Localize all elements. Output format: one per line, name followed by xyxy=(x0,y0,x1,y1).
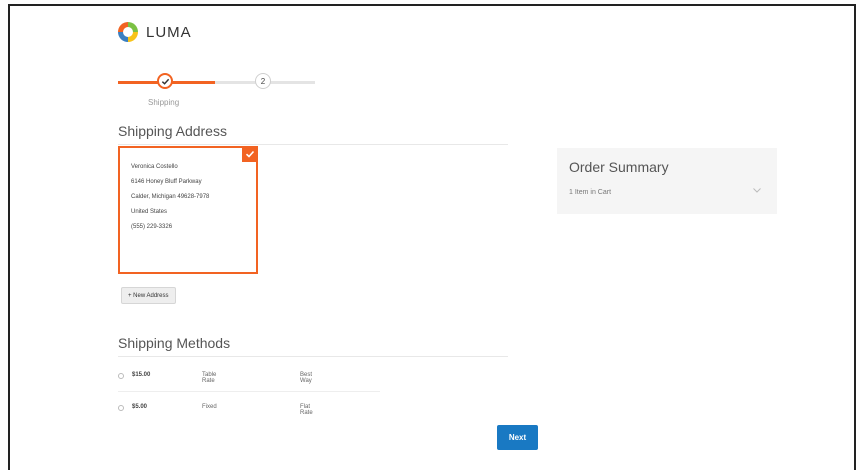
address-lines: Veronica Costello 6146 Honey Bluff Parkw… xyxy=(131,160,209,235)
divider xyxy=(118,144,508,145)
divider xyxy=(118,356,508,357)
selected-address-card[interactable]: Veronica Costello 6146 Honey Bluff Parkw… xyxy=(118,146,258,274)
divider xyxy=(118,391,380,392)
luma-logo-icon xyxy=(118,22,138,42)
address-street: 6146 Honey Bluff Parkway xyxy=(131,179,202,185)
luma-logo[interactable]: LUMA xyxy=(118,22,192,42)
radio-button[interactable] xyxy=(118,373,124,379)
shipping-methods-title: Shipping Methods xyxy=(118,335,231,351)
radio-button[interactable] xyxy=(118,405,124,411)
method-title: Table Rate xyxy=(202,372,217,384)
items-in-cart-toggle[interactable]: 1 Item in Cart xyxy=(569,189,611,196)
shipping-address-title: Shipping Address xyxy=(118,123,227,139)
logo-text: LUMA xyxy=(146,23,192,41)
method-price: $15.00 xyxy=(132,372,151,378)
check-icon xyxy=(161,78,169,85)
method-title: Fixed xyxy=(202,404,217,410)
order-summary-title: Order Summary xyxy=(569,159,669,175)
step-shipping-label: Shipping xyxy=(148,98,180,107)
address-name: Veronica Costello xyxy=(131,164,178,170)
address-country: United States xyxy=(131,209,168,215)
address-city: Calder, Michigan 49628-7978 xyxy=(131,194,210,200)
selected-indicator xyxy=(242,146,258,162)
address-phone: (555) 229-3326 xyxy=(131,224,173,230)
order-summary-panel: Order Summary 1 Item in Cart xyxy=(557,148,777,214)
step-review-indicator: 2 xyxy=(255,73,271,89)
new-address-button[interactable]: + New Address xyxy=(121,287,176,304)
next-button[interactable]: Next xyxy=(497,425,538,450)
check-icon xyxy=(245,150,255,158)
carrier-title: Flat Rate xyxy=(300,404,313,416)
carrier-title: Best Way xyxy=(300,372,313,384)
checkout-progress-bar: 2 Shipping xyxy=(118,70,318,110)
step-shipping-indicator[interactable] xyxy=(157,73,173,89)
method-price: $5.00 xyxy=(132,404,148,410)
chevron-down-icon[interactable] xyxy=(753,188,761,195)
